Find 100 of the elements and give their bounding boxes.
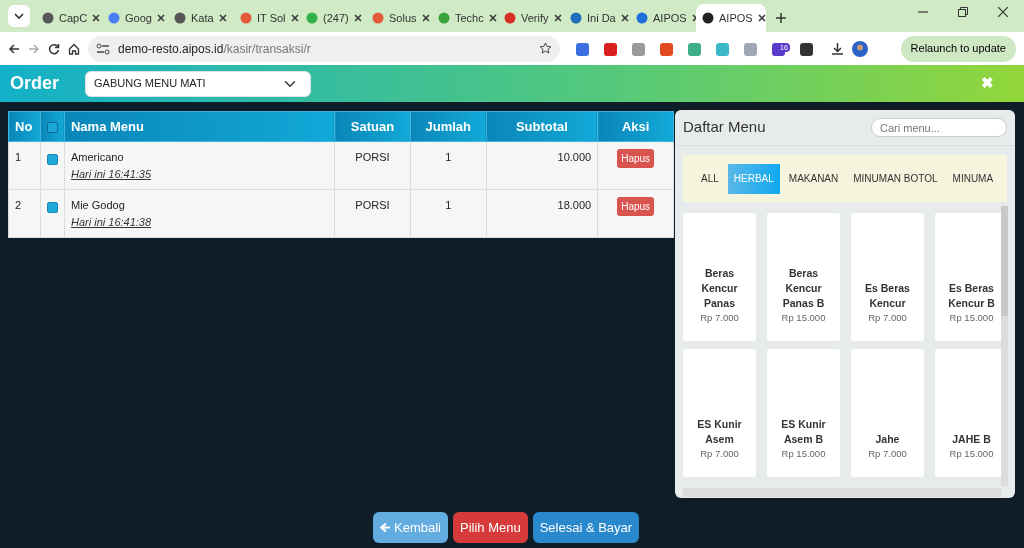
item-price: Rp 15.000 (781, 310, 826, 325)
home-icon[interactable] (68, 42, 80, 55)
column-header: Subtotal (486, 111, 598, 142)
close-icon[interactable] (998, 6, 1008, 17)
page-title: Order (10, 72, 60, 95)
tab-favicon (174, 12, 186, 24)
item-price: Rp 7.000 (700, 310, 739, 325)
close-icon[interactable] (290, 14, 299, 22)
tab-favicon (108, 12, 120, 24)
plus-icon[interactable] (776, 13, 786, 23)
browser-tab[interactable]: Kata (168, 4, 234, 32)
item-name: Beras Kencur Panas (700, 265, 739, 311)
item-name: Beras Kencur Panas B (781, 265, 826, 311)
item-name: Es Beras Kencur B (947, 280, 996, 311)
tab-favicon (570, 12, 582, 24)
table-cell: 18.000 (486, 189, 598, 238)
reload-icon[interactable] (48, 42, 60, 55)
delete-button[interactable]: Hapus (617, 149, 655, 168)
tab-favicon (636, 12, 648, 24)
address-bar[interactable]: demo-resto.aipos.id/kasir/transaksi/r (88, 35, 560, 62)
tab-favicon (504, 12, 516, 24)
relaunch-button[interactable]: Relaunch to update (900, 35, 1016, 62)
browser-tab[interactable]: IT Sol (234, 4, 300, 32)
close-icon[interactable] (353, 14, 362, 22)
table-cell: 10.000 (486, 141, 598, 190)
category-tab[interactable]: MINUMAN BOTOL (847, 163, 944, 194)
item-price: Rp 15.000 (781, 446, 826, 461)
close-icon[interactable] (553, 14, 562, 22)
close-icon[interactable] (156, 14, 165, 22)
menu-item-card[interactable]: Jahe Rp 7.000 (851, 349, 924, 477)
chevron-down-icon[interactable] (14, 12, 24, 20)
column-header: Nama Menu (64, 111, 335, 142)
browser-tab[interactable]: AIPOS (696, 4, 766, 32)
category-tab[interactable]: MINUMA (946, 163, 1000, 194)
tab-favicon (702, 12, 714, 24)
download-icon[interactable] (831, 42, 844, 55)
horizontal-scrollbar[interactable] (683, 488, 1001, 497)
search-field[interactable]: Cari menu... (871, 118, 1007, 137)
item-name: JAHE B (952, 431, 991, 447)
avatar-icon[interactable] (852, 40, 868, 57)
item-name: Jahe (875, 431, 900, 447)
menu-item-card[interactable]: ES Kunir Asem Rp 7.000 (683, 349, 756, 477)
action-button[interactable]: Selesai & Bayar (532, 512, 640, 543)
url-text: demo-resto.aipos.id/kasir/transaksi/r (118, 40, 311, 58)
star-icon[interactable] (539, 42, 552, 55)
menu-name: Mie Godog (71, 198, 126, 213)
close-icon[interactable] (92, 14, 101, 22)
item-name: ES Kunir Asem B (780, 416, 827, 447)
column-header: No (8, 111, 41, 142)
item-price: Rp 15.000 (949, 446, 994, 461)
browser-tab[interactable]: Solus (366, 4, 432, 32)
row-checkbox[interactable] (47, 154, 58, 166)
delete-button[interactable]: Hapus (617, 197, 655, 216)
menu-item-card[interactable]: Es Beras Kencur Rp 7.000 (851, 213, 924, 341)
item-price: Rp 15.000 (949, 310, 994, 325)
column-header: Aksi (597, 111, 674, 142)
restore-icon[interactable] (958, 6, 968, 17)
item-name: Es Beras Kencur (864, 280, 911, 311)
category-tab[interactable]: ALL (695, 163, 725, 194)
column-header: Jumlah (410, 111, 487, 142)
browser-tab[interactable]: Ini Da (564, 4, 630, 32)
table-cell: 1 (410, 141, 487, 190)
close-icon[interactable] (757, 14, 766, 22)
site-settings-icon[interactable] (96, 42, 110, 55)
browser-tab[interactable]: Verify (498, 4, 564, 32)
item-price: Rp 7.000 (868, 310, 907, 325)
close-icon[interactable] (488, 14, 497, 22)
tab-favicon (42, 12, 54, 24)
menu-item-card[interactable]: Beras Kencur Panas B Rp 15.000 (767, 213, 840, 341)
item-name: ES Kunir Asem (696, 416, 743, 447)
menu-select[interactable]: GABUNG MENU MATI (85, 70, 312, 97)
table-cell: 1 (8, 141, 41, 190)
table-cell: PORSI (334, 141, 411, 190)
menu-item-card[interactable]: Beras Kencur Panas Rp 7.000 (683, 213, 756, 341)
vertical-scrollbar[interactable] (1001, 206, 1008, 486)
tab-favicon (372, 12, 384, 24)
back-arrow-icon[interactable] (8, 42, 20, 55)
tab-favicon (438, 12, 450, 24)
tab-favicon (240, 12, 252, 24)
category-tab[interactable]: MAKANAN (782, 163, 845, 194)
close-icon[interactable] (421, 14, 430, 22)
close-icon[interactable] (620, 14, 629, 22)
order-time-link[interactable]: Hari ini 16:41:35 (71, 167, 152, 180)
order-time-link[interactable]: Hari ini 16:41:38 (71, 215, 152, 228)
extension-icon[interactable] (800, 42, 813, 56)
column-header: Satuan (334, 111, 411, 142)
browser-tab[interactable]: CapC (36, 4, 102, 32)
item-price: Rp 7.000 (868, 446, 907, 461)
menu-item-card[interactable]: ES Kunir Asem B Rp 15.000 (767, 349, 840, 477)
select-all-checkbox[interactable] (47, 121, 58, 133)
table-cell: PORSI (334, 189, 411, 238)
row-checkbox[interactable] (47, 202, 58, 214)
browser-tab[interactable]: (247) (300, 4, 366, 32)
panel-title: Daftar Menu (683, 117, 766, 138)
menu-name: Americano (71, 150, 125, 165)
close-icon[interactable] (218, 14, 227, 22)
browser-tab[interactable]: Techc (432, 4, 498, 32)
browser-tab[interactable]: Goog (102, 4, 168, 32)
action-button[interactable]: Pilih Menu (452, 512, 528, 543)
arrow-left-icon (380, 522, 391, 533)
